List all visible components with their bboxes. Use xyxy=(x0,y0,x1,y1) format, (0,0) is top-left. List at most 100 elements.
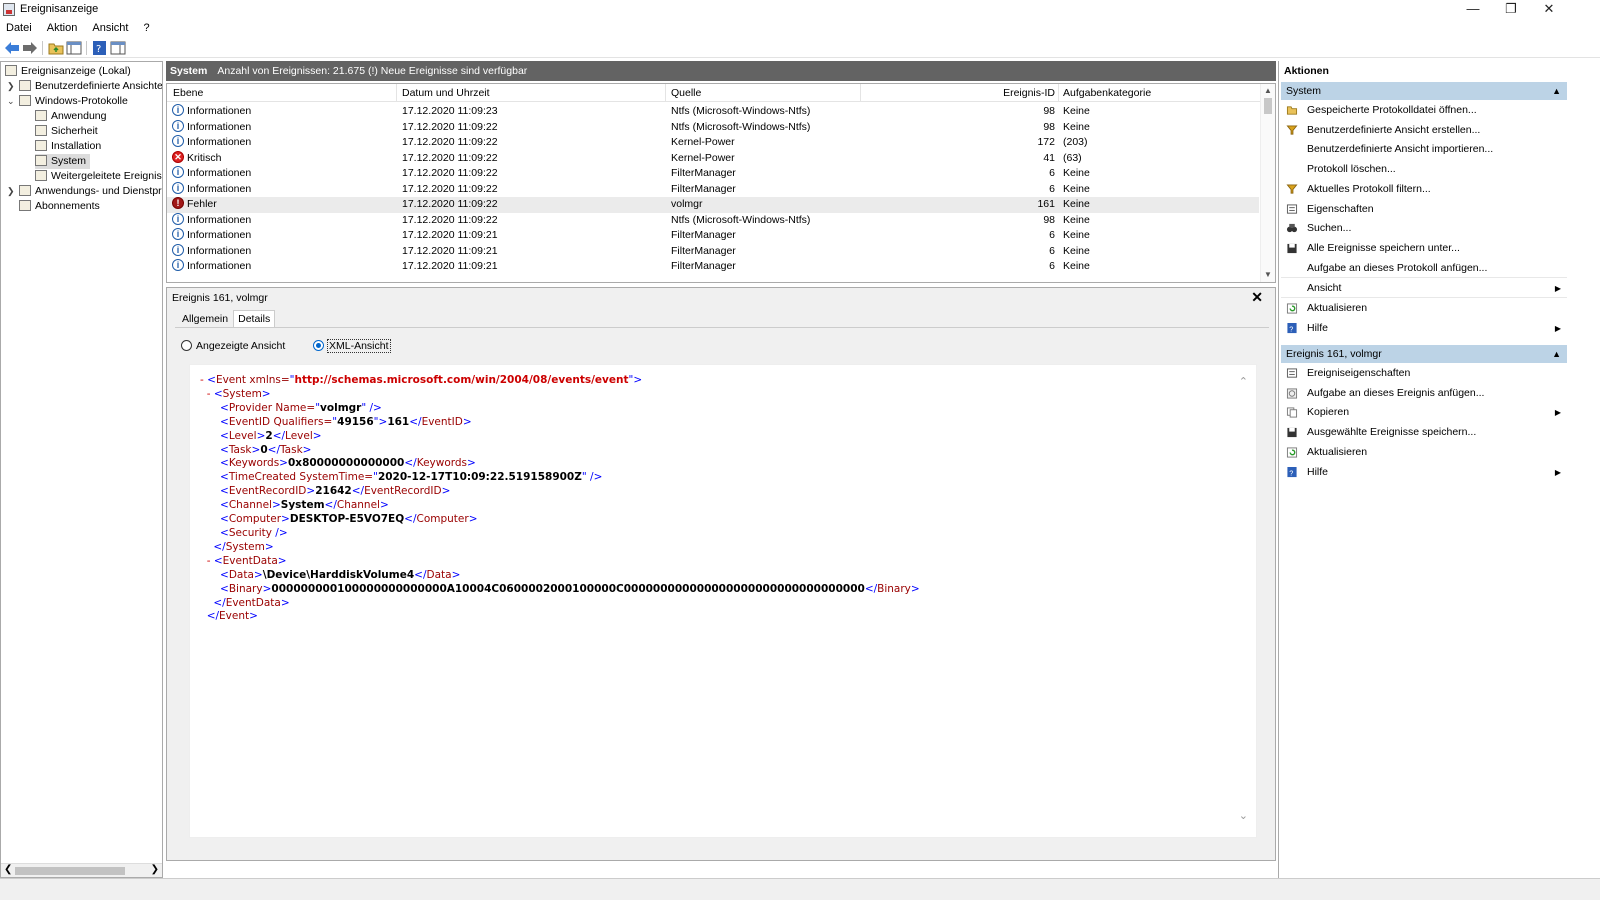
column-header-quelle[interactable]: Quelle xyxy=(671,87,701,99)
column-divider[interactable] xyxy=(1058,84,1059,102)
menu-ansicht[interactable]: Ansicht xyxy=(86,20,134,36)
action-item[interactable]: Benutzerdefinierte Ansicht importieren..… xyxy=(1281,140,1567,159)
event-count-text: Anzahl von Ereignissen: 21.675 (!) Neue … xyxy=(217,65,528,77)
action-label: Ereigniseigenschaften xyxy=(1307,367,1411,379)
event-row[interactable]: i Informationen 17.12.2020 11:09:22 FilterM… xyxy=(167,181,1259,198)
action-item[interactable]: Gespeicherte Protokolldatei öffnen... xyxy=(1281,101,1567,120)
expand-arrow-icon[interactable]: ❯ xyxy=(7,79,15,94)
event-date: 17.12.2020 11:09:23 xyxy=(402,105,498,117)
up-folder-icon[interactable] xyxy=(48,41,64,55)
collapse-caret-icon[interactable]: ▲ xyxy=(1552,345,1561,363)
action-item[interactable]: Aktualisieren xyxy=(1281,443,1567,462)
tree-node-anwendung[interactable]: Anwendung xyxy=(35,109,106,124)
event-category: Keine xyxy=(1063,213,1090,226)
help-icon[interactable]: ? xyxy=(92,41,108,55)
radio-button[interactable] xyxy=(181,340,192,351)
tree-node-installation[interactable]: Installation xyxy=(35,139,101,154)
action-item[interactable]: Aufgabe an dieses Protokoll anfügen... xyxy=(1281,259,1567,278)
tree-node-sicherheit[interactable]: Sicherheit xyxy=(35,124,98,139)
event-row[interactable]: i Informationen 17.12.2020 11:09:21 FilterM… xyxy=(167,259,1259,275)
action-item[interactable]: ? Hilfe ▶ xyxy=(1281,463,1567,482)
tree-horizontal-scrollbar[interactable]: ❮ ❯ xyxy=(1,863,162,877)
action-item[interactable]: Eigenschaften xyxy=(1281,200,1567,219)
column-header-datum[interactable]: Datum und Uhrzeit xyxy=(402,87,490,99)
folder-icon xyxy=(1286,106,1298,115)
tab-allgemein[interactable]: Allgemein xyxy=(177,310,233,328)
radio-friendly-view[interactable]: Angezeigte Ansicht xyxy=(181,340,285,352)
radio-button-selected[interactable] xyxy=(313,340,324,351)
event-list-vertical-scrollbar[interactable]: ▲ ▼ xyxy=(1260,84,1275,282)
close-icon[interactable]: ✕ xyxy=(1251,289,1263,306)
action-item[interactable]: Suchen... xyxy=(1281,219,1567,238)
event-row[interactable]: i Informationen 17.12.2020 11:09:23 Ntfs (M… xyxy=(167,104,1259,120)
action-item[interactable]: Ansicht ▶ xyxy=(1281,279,1567,299)
tree-node-custom-views[interactable]: ❯ Benutzerdefinierte Ansichten xyxy=(7,79,162,94)
event-row[interactable]: ✕ Kritisch 17.12.2020 11:09:22 Kernel-Power… xyxy=(167,150,1259,167)
action-item[interactable]: Aufgabe an dieses Ereignis anfügen... xyxy=(1281,384,1567,403)
action-label: Aktuelles Protokoll filtern... xyxy=(1307,182,1431,195)
column-divider[interactable] xyxy=(665,84,666,102)
event-row[interactable]: i Informationen 17.12.2020 11:09:22 Kernel-… xyxy=(167,135,1259,151)
action-item[interactable]: Benutzerdefinierte Ansicht erstellen... xyxy=(1281,121,1567,140)
event-level: Informationen xyxy=(187,182,252,195)
tree-node-system[interactable]: System xyxy=(35,154,91,169)
action-item[interactable]: Ereigniseigenschaften xyxy=(1281,364,1567,383)
scroll-left-icon[interactable]: ❮ xyxy=(4,864,12,875)
radio-xml-view[interactable]: XML-Ansicht xyxy=(313,339,391,353)
event-row[interactable]: i Informationen 17.12.2020 11:09:22 FilterM… xyxy=(167,166,1259,182)
tree-node-weitergeleitete-ereignisse[interactable]: Weitergeleitete Ereignisse xyxy=(35,169,162,184)
tree-node-windows-logs[interactable]: ⌄ Windows-Protokolle xyxy=(7,94,128,109)
column-divider[interactable] xyxy=(396,84,397,102)
xml-view[interactable]: - <Event xmlns="http://schemas.microsoft… xyxy=(189,364,1257,838)
column-divider[interactable] xyxy=(860,84,861,102)
event-viewer-app-icon xyxy=(3,3,15,16)
column-header-aufgabenkategorie[interactable]: Aufgabenkategorie xyxy=(1063,87,1151,99)
action-item[interactable]: Aktuelles Protokoll filtern... xyxy=(1281,180,1567,199)
scroll-down-icon[interactable]: ▼ xyxy=(1264,270,1272,279)
close-window-button[interactable]: ✕ xyxy=(1530,0,1568,20)
action-item[interactable]: Protokoll löschen... xyxy=(1281,160,1567,179)
forward-arrow-icon[interactable] xyxy=(22,41,38,55)
event-row[interactable]: i Informationen 17.12.2020 11:09:22 Ntfs (M… xyxy=(167,212,1259,229)
svg-text:?: ? xyxy=(1289,324,1293,333)
action-item[interactable]: Aktualisieren xyxy=(1281,299,1567,318)
column-header-ereignis-id[interactable]: Ereignis-ID xyxy=(1003,87,1055,99)
error-icon: ! xyxy=(172,197,184,209)
tab-details[interactable]: Details xyxy=(233,310,276,327)
collapse-caret-icon[interactable]: ▲ xyxy=(1552,82,1561,100)
collapse-arrow-icon[interactable]: ⌄ xyxy=(7,94,15,109)
show-hide-action-pane-icon[interactable] xyxy=(110,41,126,55)
restore-button[interactable]: ❐ xyxy=(1492,0,1530,20)
actions-section-system[interactable]: System ▲ xyxy=(1281,82,1567,100)
tree-node-app-service-logs[interactable]: ❯Anwendungs- und Dienstprotokolle xyxy=(7,184,162,199)
scroll-up-icon[interactable]: ▲ xyxy=(1264,86,1272,95)
show-hide-tree-icon[interactable] xyxy=(66,41,82,55)
event-row[interactable]: ! Fehler 17.12.2020 11:09:22 volmgr 161 Keine xyxy=(167,197,1259,213)
action-item[interactable]: Alle Ereignisse speichern unter... xyxy=(1281,239,1567,258)
back-arrow-icon[interactable] xyxy=(4,41,20,55)
expand-arrow-icon[interactable]: ❯ xyxy=(7,184,15,199)
menu-help[interactable]: ? xyxy=(138,20,156,36)
menu-aktion[interactable]: Aktion xyxy=(41,20,84,36)
menu-datei[interactable]: Datei xyxy=(0,20,38,36)
scroll-down-icon[interactable]: ⌄ xyxy=(1239,809,1248,822)
info-icon: i xyxy=(172,104,184,116)
event-row[interactable]: i Informationen 17.12.2020 11:09:21 FilterM… xyxy=(167,243,1259,260)
event-category: Keine xyxy=(1063,182,1090,195)
scroll-up-icon[interactable]: ⌃ xyxy=(1239,375,1248,388)
action-item[interactable]: Ausgewählte Ereignisse speichern... xyxy=(1281,423,1567,442)
actions-section-event[interactable]: Ereignis 161, volmgr ▲ xyxy=(1281,345,1567,363)
action-label: Suchen... xyxy=(1307,222,1352,235)
tree-node-abonnements[interactable]: Abonnements xyxy=(19,199,100,214)
scrollbar-thumb[interactable] xyxy=(15,867,125,875)
window-title: Ereignisanzeige xyxy=(20,3,99,15)
action-item[interactable]: ? Hilfe ▶ xyxy=(1281,319,1567,338)
tree-node-ereignisanzeige-lokal[interactable]: Ereignisanzeige (Lokal) xyxy=(5,64,131,79)
event-row[interactable]: i Informationen 17.12.2020 11:09:22 Ntfs (M… xyxy=(167,119,1259,136)
event-row[interactable]: i Informationen 17.12.2020 11:09:21 FilterM… xyxy=(167,228,1259,244)
action-item[interactable]: Kopieren ▶ xyxy=(1281,403,1567,422)
minimize-button[interactable]: — xyxy=(1454,0,1492,20)
scroll-right-icon[interactable]: ❯ xyxy=(151,864,159,875)
column-header-ebene[interactable]: Ebene xyxy=(173,87,203,99)
scrollbar-thumb[interactable] xyxy=(1264,98,1272,114)
